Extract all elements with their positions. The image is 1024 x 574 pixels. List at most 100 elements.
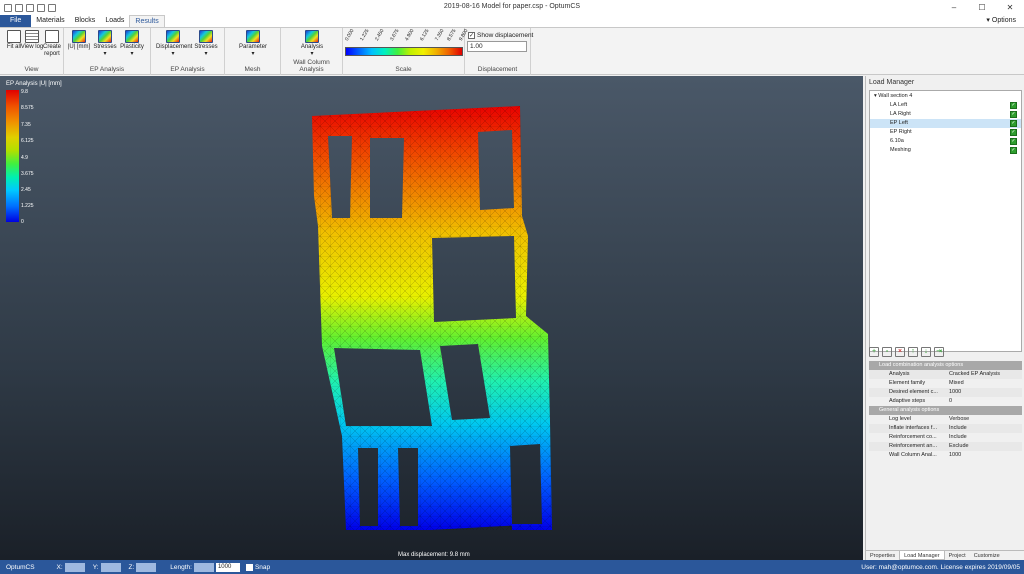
tree-item-meshing[interactable]: Meshing ✓ xyxy=(870,146,1021,155)
snap-label: Snap xyxy=(254,563,271,571)
checkbox-icon[interactable]: ✓ xyxy=(1010,111,1017,118)
z-field[interactable] xyxy=(136,562,157,572)
tree-item-6-10a[interactable]: 6.10a ✓ xyxy=(870,137,1021,146)
show-displacement-checkbox[interactable]: ✓ Show displacement xyxy=(468,32,533,39)
tab-properties[interactable]: Properties xyxy=(866,551,899,560)
scale-tick: 7.350 xyxy=(434,28,446,42)
viewport[interactable]: EP Analysis |U| [mm] 9.8 8.575 7.35 6.12… xyxy=(0,76,863,560)
tab-loads[interactable]: Loads xyxy=(100,15,129,27)
property-row[interactable]: Reinforcement co... Include xyxy=(869,433,1022,442)
wall-model xyxy=(312,106,552,530)
contour-icon xyxy=(199,30,213,43)
x-field[interactable] xyxy=(64,562,85,572)
scale-tick: 4.900 xyxy=(404,28,416,42)
group-ep-analysis-1: |U| [mm] Stresses ▾ Plasticity ▾ EP Analys… xyxy=(64,28,151,75)
scale-ticks: 0.000 1.225 2.450 3.675 4.900 6.125 7.35… xyxy=(342,28,469,47)
magnifier-icon xyxy=(7,30,21,43)
panel-tabs: Properties Load Manager Project Customiz… xyxy=(866,550,1024,560)
minimize-icon[interactable]: – xyxy=(940,0,968,15)
scale-tick: 8.575 xyxy=(446,28,458,42)
group-ep-analysis-2: Displacement ▾ Stresses ▾ EP Analysis xyxy=(151,28,225,75)
z-coordinate: Z: xyxy=(129,562,157,572)
property-row[interactable]: Log level Verbose xyxy=(869,415,1022,424)
options-label: Options xyxy=(991,17,1016,24)
y-field[interactable] xyxy=(100,562,121,572)
checkbox-icon[interactable]: ✓ xyxy=(1010,138,1017,145)
property-row[interactable]: Analysis Cracked EP Analysis xyxy=(869,370,1022,379)
contour-icon xyxy=(166,30,180,43)
color-scale-bar[interactable] xyxy=(345,47,463,56)
scale-tick: 0.000 xyxy=(344,28,356,42)
move-up-icon[interactable]: ↑ xyxy=(908,347,918,357)
tab-materials[interactable]: Materials xyxy=(31,15,69,27)
group-view-label: View xyxy=(24,66,39,73)
load-manager-panel: Load Manager ▾ Wall section 4 LA Left ✓ L… xyxy=(865,76,1024,560)
tree-item-ep-right[interactable]: EP Right ✓ xyxy=(870,128,1021,137)
scale-tick: 6.125 xyxy=(419,28,431,42)
checkbox-icon[interactable]: ✓ xyxy=(1010,147,1017,154)
window-controls: – ☐ ✕ xyxy=(940,0,1024,15)
tree-item-la-right[interactable]: LA Right ✓ xyxy=(870,110,1021,119)
tab-file[interactable]: File xyxy=(0,15,32,27)
property-row[interactable]: Adaptive steps 0 xyxy=(869,397,1022,406)
tab-project[interactable]: Project xyxy=(945,551,970,560)
group-wall-column: Analysis ▾ Wall Column Analysis xyxy=(281,28,343,75)
parameter-button[interactable]: Parameter ▾ xyxy=(237,30,269,58)
license-info: User: mah@optumce.com. License expires 2… xyxy=(861,563,1020,571)
property-row[interactable]: Desired element c... 1000 xyxy=(869,388,1022,397)
length-field[interactable] xyxy=(193,562,214,572)
length-value-input[interactable]: 1000 xyxy=(215,562,240,572)
tab-blocks[interactable]: Blocks xyxy=(70,15,101,27)
section-header[interactable]: Load combination analysis options xyxy=(869,361,1022,370)
property-row[interactable]: Wall Column Anal... 1000 xyxy=(869,451,1022,460)
group-view: Fit all View log Create report View xyxy=(0,28,64,75)
add-icon[interactable]: + xyxy=(869,347,879,357)
snap-checkbox[interactable] xyxy=(245,563,253,571)
window-title: 2019-08-16 Model for paper.csp - OptumCS xyxy=(443,3,581,10)
length-field-group: Length: 1000 xyxy=(170,562,240,572)
plasticity-button[interactable]: Plasticity ▾ xyxy=(120,30,144,58)
title-bar: 2019-08-16 Model for paper.csp - OptumCS… xyxy=(0,0,1024,15)
close-icon[interactable]: ✕ xyxy=(996,0,1024,15)
move-down-icon[interactable]: ↓ xyxy=(921,347,931,357)
stresses-button[interactable]: Stresses ▾ xyxy=(93,30,117,58)
checkbox-icon[interactable]: ✓ xyxy=(1010,102,1017,109)
displacement-scale-input[interactable]: 1.00 xyxy=(467,41,527,52)
tree-root[interactable]: ▾ Wall section 4 xyxy=(870,92,1021,101)
copy-icon[interactable]: ▫ xyxy=(882,347,892,357)
load-tree: ▾ Wall section 4 LA Left ✓ LA Right ✓ EP L… xyxy=(869,90,1022,352)
group-ep-analysis-2-label: EP Analysis xyxy=(170,66,205,73)
tab-load-manager[interactable]: Load Manager xyxy=(899,551,945,560)
property-row[interactable]: Inflate interfaces f... Include xyxy=(869,424,1022,433)
export-icon[interactable]: ⇥ xyxy=(934,347,944,357)
group-scale-label: Scale xyxy=(395,66,412,73)
create-report-button[interactable]: Create report xyxy=(40,30,64,58)
contour-icon xyxy=(98,30,112,43)
group-ep-analysis-label: EP Analysis xyxy=(89,66,125,73)
checkbox-icon[interactable]: ✓ xyxy=(1010,129,1017,136)
delete-icon[interactable]: × xyxy=(895,347,905,357)
stresses-2-button[interactable]: Stresses ▾ xyxy=(194,30,218,58)
options-menu[interactable]: ▾ Options xyxy=(986,15,1024,27)
displacement-magnitude-button[interactable]: |U| [mm] xyxy=(67,30,91,51)
property-row[interactable]: Reinforcement an... Exclude xyxy=(869,442,1022,451)
tree-item-ep-left[interactable]: EP Left ✓ xyxy=(870,119,1021,128)
maximize-icon[interactable]: ☐ xyxy=(968,0,996,15)
tab-results[interactable]: Results xyxy=(129,15,165,27)
status-app-name: OptumCS xyxy=(6,563,35,571)
contour-icon xyxy=(125,30,139,43)
checkmark-icon: ✓ xyxy=(468,32,475,39)
displacement-button[interactable]: Displacement ▾ xyxy=(156,30,192,58)
section-header[interactable]: General analysis options xyxy=(869,406,1022,415)
wall-column-analysis-button[interactable]: Analysis ▾ xyxy=(298,30,326,58)
checkbox-icon[interactable]: ✓ xyxy=(1010,120,1017,127)
max-displacement-label: Max displacement: 9.8 mm xyxy=(398,552,470,558)
tree-item-la-left[interactable]: LA Left ✓ xyxy=(870,101,1021,110)
x-coordinate: X: xyxy=(57,562,85,572)
load-toolbar: + ▫ × ↑ ↓ ⇥ xyxy=(869,347,944,357)
properties-grid: Load combination analysis options Analys… xyxy=(869,361,1022,460)
property-row[interactable]: Element family Mixed xyxy=(869,379,1022,388)
panel-title: Load Manager xyxy=(869,79,915,86)
tab-customize[interactable]: Customize xyxy=(970,551,1004,560)
ribbon: Fit all View log Create report View |U| … xyxy=(0,27,1024,75)
